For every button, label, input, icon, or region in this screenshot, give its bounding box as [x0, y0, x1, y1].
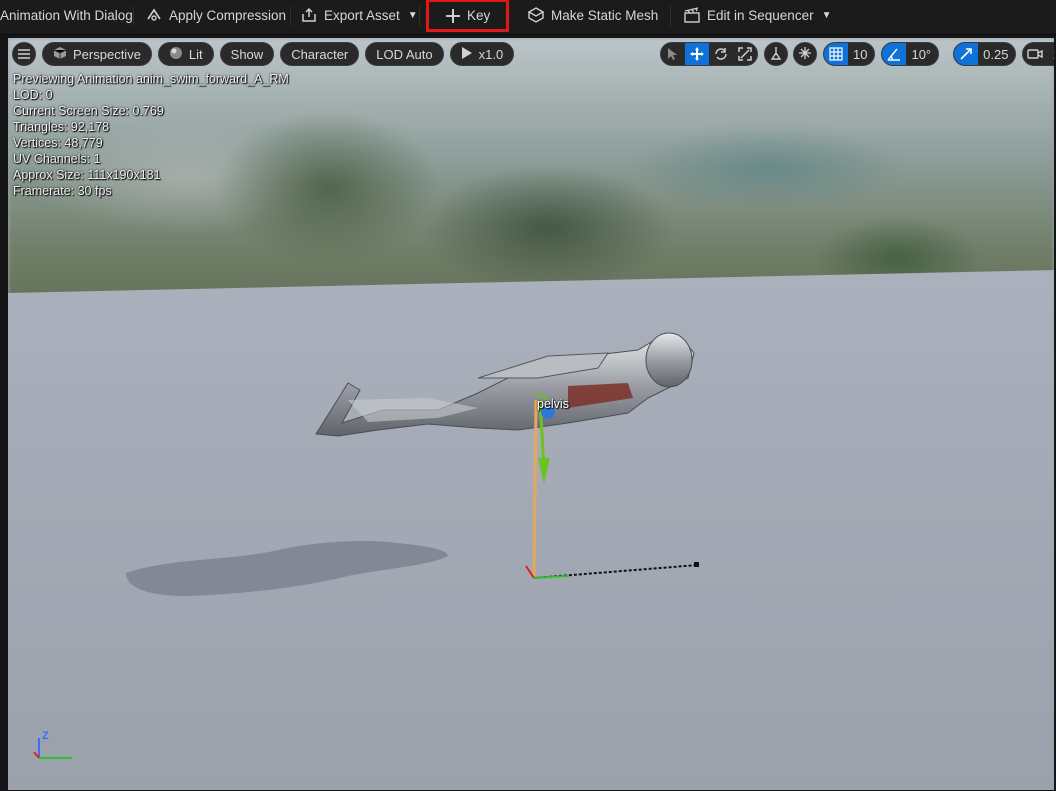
static-mesh-icon: [527, 6, 545, 24]
toolbar-divider: [133, 6, 134, 26]
chevron-down-icon: ▼: [821, 9, 832, 21]
compression-icon: [145, 6, 163, 24]
toolbar-divider: [670, 6, 671, 26]
export-asset-button[interactable]: Export Asset ▼: [300, 0, 418, 30]
viewport-menu-button[interactable]: [12, 42, 36, 66]
grid-snap-group[interactable]: 10: [823, 42, 876, 66]
camera-speed-value: 1: [1047, 47, 1054, 62]
coordinate-space-button[interactable]: [793, 42, 817, 66]
apply-compression-label: Apply Compression: [169, 7, 287, 23]
animation-viewport[interactable]: Z pelvis Previewing Animation anim_swim_…: [8, 38, 1054, 790]
surface-snap-icon: [769, 46, 783, 63]
hamburger-icon: [18, 47, 30, 62]
stat-lod: LOD: 0: [13, 88, 53, 102]
stat-triangles: Triangles: 92,178: [13, 120, 110, 134]
bone-label: pelvis: [537, 397, 569, 411]
lod-label: LOD Auto: [376, 46, 433, 62]
toolbar-divider: [419, 6, 420, 26]
export-icon: [300, 6, 318, 24]
character-button[interactable]: Character: [280, 42, 360, 66]
animation-with-dialog-label: Animation With Dialog: [0, 7, 133, 23]
playback-speed-button[interactable]: x1.0: [449, 42, 515, 66]
show-label: Show: [230, 46, 264, 62]
camera-icon[interactable]: [1023, 43, 1047, 65]
select-mode-icon[interactable]: [661, 43, 685, 65]
animation-with-dialog-button[interactable]: Animation With Dialog: [0, 0, 133, 30]
scale-snap-group[interactable]: 0.25: [953, 42, 1017, 66]
cube-icon: [53, 46, 67, 63]
rotation-snap-value: 10°: [911, 46, 932, 62]
edit-in-sequencer-button[interactable]: Edit in Sequencer ▼: [683, 0, 831, 30]
key-button[interactable]: Key: [425, 0, 510, 32]
surface-snap-button[interactable]: [764, 42, 788, 66]
perspective-label: Perspective: [73, 46, 141, 62]
lit-label: Lit: [188, 46, 203, 62]
apply-compression-button[interactable]: Apply Compression: [145, 0, 286, 30]
floor-plane: [8, 270, 1054, 790]
grid-snap-value: 10: [853, 46, 868, 62]
scale-snap-icon[interactable]: [954, 43, 979, 65]
stat-vertices: Vertices: 48,779: [13, 136, 103, 150]
asset-toolbar: Animation With Dialog Apply Compression …: [0, 0, 1056, 35]
chevron-down-icon: ▼: [407, 9, 418, 21]
make-static-mesh-label: Make Static Mesh: [551, 7, 659, 23]
lit-sphere-icon: [169, 46, 183, 63]
character-label: Character: [291, 46, 349, 62]
perspective-button[interactable]: Perspective: [42, 42, 152, 66]
sequencer-icon: [683, 6, 701, 24]
scale-mode-icon[interactable]: [733, 43, 757, 65]
export-asset-label: Export Asset: [324, 7, 400, 23]
playback-speed-label: x1.0: [478, 46, 504, 62]
rotation-snap-group[interactable]: 10°: [881, 42, 940, 66]
play-icon: [461, 46, 473, 62]
viewport-stats: Previewing Animation anim_swim_forward_A…: [13, 71, 289, 199]
stat-uv-channels: UV Channels: 1: [13, 152, 101, 166]
toolbar-divider: [290, 6, 291, 26]
viewport-toolbar-left: Perspective Lit Show Character LOD Auto …: [12, 41, 515, 67]
grid-snap-icon[interactable]: [824, 43, 848, 65]
translate-mode-icon[interactable]: [685, 43, 709, 65]
show-button[interactable]: Show: [219, 42, 275, 66]
stat-screen-size: Current Screen Size: 0.769: [13, 104, 164, 118]
lod-button[interactable]: LOD Auto: [365, 42, 444, 66]
stat-previewing: Previewing Animation anim_swim_forward_A…: [13, 72, 289, 86]
make-static-mesh-button[interactable]: Make Static Mesh: [527, 0, 658, 30]
lit-button[interactable]: Lit: [157, 42, 214, 66]
transform-tools: 10 10° 0.25 1: [660, 41, 1054, 67]
angle-snap-icon[interactable]: [882, 43, 907, 65]
key-label: Key: [467, 8, 491, 23]
scale-snap-value: 0.25: [983, 46, 1009, 62]
rotate-mode-icon[interactable]: [709, 43, 733, 65]
stat-framerate: Framerate: 30 fps: [13, 184, 112, 198]
transform-mode-group: [660, 42, 758, 66]
world-icon: [798, 46, 812, 63]
axis-z-label: Z: [42, 730, 49, 742]
stat-approx-size: Approx Size: 111x190x181: [13, 168, 161, 182]
plus-icon: [445, 8, 461, 24]
camera-speed-group[interactable]: 1: [1022, 42, 1054, 66]
edit-in-sequencer-label: Edit in Sequencer: [707, 7, 814, 23]
